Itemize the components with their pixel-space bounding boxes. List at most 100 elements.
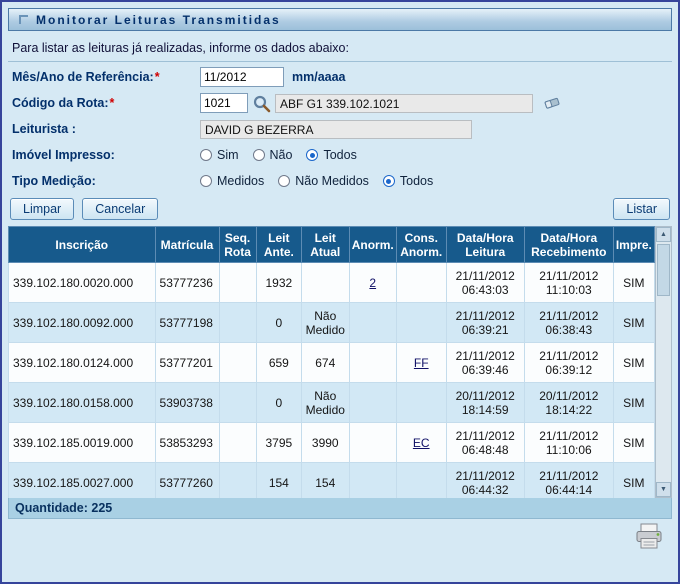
results-table-viewport: Inscrição Matrícula Seq. Rota Leit Ante.… xyxy=(8,226,655,498)
radio-label: Medidos xyxy=(217,174,264,188)
cell-impre: SIM xyxy=(613,343,654,383)
radio-imovel-sim[interactable]: Sim xyxy=(200,148,239,162)
radio-label: Não xyxy=(270,148,293,162)
col-header-seq-rota: Seq. Rota xyxy=(219,227,256,263)
cell-dh-leitura: 21/11/2012 06:44:32 xyxy=(446,463,524,499)
listar-button[interactable]: Listar xyxy=(613,198,670,220)
radio-imovel-nao[interactable]: Não xyxy=(253,148,293,162)
radio-circle-icon[interactable] xyxy=(278,175,290,187)
cell-matricula: 53777260 xyxy=(155,463,219,499)
cell-anorm xyxy=(349,303,396,343)
required-asterisk: * xyxy=(155,70,160,84)
col-header-cons-anorm: Cons. Anorm. xyxy=(396,227,446,263)
cell-seq-rota xyxy=(219,263,256,303)
cell-inscricao: 339.102.180.0124.000 xyxy=(9,343,156,383)
cell-leit-ante: 154 xyxy=(256,463,301,499)
radio-medicao-medidos[interactable]: Medidos xyxy=(200,174,264,188)
label-text: Código da Rota: xyxy=(12,96,109,110)
cell-matricula: 53777198 xyxy=(155,303,219,343)
cell-leit-atual xyxy=(302,263,349,303)
codigo-rota-label: Código da Rota:* xyxy=(12,96,200,110)
cell-impre: SIM xyxy=(613,383,654,423)
cell-impre: SIM xyxy=(613,303,654,343)
codigo-rota-input[interactable] xyxy=(200,93,248,113)
radio-medicao-todos[interactable]: Todos xyxy=(383,174,433,188)
limpar-button[interactable]: Limpar xyxy=(10,198,74,220)
table-row: 339.102.185.0027.000 53777260 154 154 21… xyxy=(9,463,655,499)
cell-matricula: 53853293 xyxy=(155,423,219,463)
table-row: 339.102.180.0124.000 53777201 659 674 FF… xyxy=(9,343,655,383)
cell-impre: SIM xyxy=(613,423,654,463)
cell-leit-atual: Não Medido xyxy=(302,303,349,343)
radio-medicao-nao-medidos[interactable]: Não Medidos xyxy=(278,174,369,188)
scrollbar-thumb[interactable] xyxy=(657,244,670,296)
radio-circle-icon[interactable] xyxy=(306,149,318,161)
scroll-up-arrow-icon[interactable]: ▲ xyxy=(656,227,671,242)
cell-dh-leitura: 21/11/2012 06:48:48 xyxy=(446,423,524,463)
radio-circle-icon[interactable] xyxy=(383,175,395,187)
cell-dh-leitura: 21/11/2012 06:43:03 xyxy=(446,263,524,303)
cell-anorm xyxy=(349,463,396,499)
table-row: 339.102.185.0019.000 53853293 3795 3990 … xyxy=(9,423,655,463)
cell-dh-recebimento: 21/11/2012 06:44:14 xyxy=(524,463,613,499)
col-header-dh-leitura: Data/Hora Leitura xyxy=(446,227,524,263)
anormalidade-link[interactable]: 2 xyxy=(369,276,376,290)
cancelar-button[interactable]: Cancelar xyxy=(82,198,158,220)
scroll-down-arrow-icon[interactable]: ▼ xyxy=(656,482,671,497)
cons-anormalidade-link[interactable]: FF xyxy=(414,356,429,370)
cell-impre: SIM xyxy=(613,263,654,303)
radio-imovel-todos[interactable]: Todos xyxy=(306,148,356,162)
scrollbar-track[interactable] xyxy=(656,242,671,482)
col-header-inscricao: Inscrição xyxy=(9,227,156,263)
cell-leit-ante: 659 xyxy=(256,343,301,383)
col-header-leit-atual: Leit Atual xyxy=(302,227,349,263)
titlebar: Monitorar Leituras Transmitidas xyxy=(8,8,672,31)
required-asterisk: * xyxy=(110,96,115,110)
tipo-medicao-label: Tipo Medição: xyxy=(12,174,200,188)
cell-inscricao: 339.102.180.0092.000 xyxy=(9,303,156,343)
cell-leit-atual: 154 xyxy=(302,463,349,499)
label-text: Mês/Ano de Referência: xyxy=(12,70,154,84)
separator xyxy=(8,61,672,62)
leiturista-label: Leiturista : xyxy=(12,122,200,136)
results-table-zone: Inscrição Matrícula Seq. Rota Leit Ante.… xyxy=(8,226,672,498)
cell-inscricao: 339.102.185.0019.000 xyxy=(9,423,156,463)
cell-leit-ante: 3795 xyxy=(256,423,301,463)
tipo-medicao-row: Tipo Medição: Medidos Não Medidos Todos xyxy=(12,170,668,192)
col-header-leit-ante: Leit Ante. xyxy=(256,227,301,263)
cell-leit-ante: 1932 xyxy=(256,263,301,303)
cell-leit-atual: Não Medido xyxy=(302,383,349,423)
cell-seq-rota xyxy=(219,423,256,463)
cons-anormalidade-link[interactable]: EC xyxy=(413,436,430,450)
col-header-impre: Impre. xyxy=(613,227,654,263)
codigo-rota-row: Código da Rota:* ABF G1 339.102.1021 xyxy=(12,92,668,114)
imovel-impresso-label: Imóvel Impresso: xyxy=(12,148,200,162)
cell-anorm xyxy=(349,343,396,383)
cell-impre: SIM xyxy=(613,463,654,499)
col-header-matricula: Matrícula xyxy=(155,227,219,263)
radio-label: Todos xyxy=(323,148,356,162)
cell-dh-recebimento: 21/11/2012 11:10:06 xyxy=(524,423,613,463)
rota-descricao-field: ABF G1 339.102.1021 xyxy=(275,94,533,113)
cell-seq-rota xyxy=(219,303,256,343)
cell-cons-anorm xyxy=(396,383,446,423)
radio-circle-icon[interactable] xyxy=(253,149,265,161)
cell-anorm: 2 xyxy=(349,263,396,303)
table-row: 339.102.180.0092.000 53777198 0 Não Medi… xyxy=(9,303,655,343)
cell-matricula: 53777236 xyxy=(155,263,219,303)
eraser-icon[interactable] xyxy=(543,95,562,111)
action-buttons-row: Limpar Cancelar Listar xyxy=(10,198,670,220)
search-icon[interactable] xyxy=(252,94,271,113)
quantity-bar: Quantidade: 225 xyxy=(8,498,672,519)
printer-icon[interactable] xyxy=(634,523,664,550)
radio-label: Todos xyxy=(400,174,433,188)
cell-anorm xyxy=(349,423,396,463)
label-text: Imóvel Impresso: xyxy=(12,148,115,162)
mes-ano-label: Mês/Ano de Referência:* xyxy=(12,70,200,84)
vertical-scrollbar[interactable]: ▲ ▼ xyxy=(655,226,672,498)
mes-ano-input[interactable] xyxy=(200,67,284,87)
cell-anorm xyxy=(349,383,396,423)
radio-circle-icon[interactable] xyxy=(200,175,212,187)
radio-circle-icon[interactable] xyxy=(200,149,212,161)
intro-text: Para listar as leituras já realizadas, i… xyxy=(12,41,668,55)
